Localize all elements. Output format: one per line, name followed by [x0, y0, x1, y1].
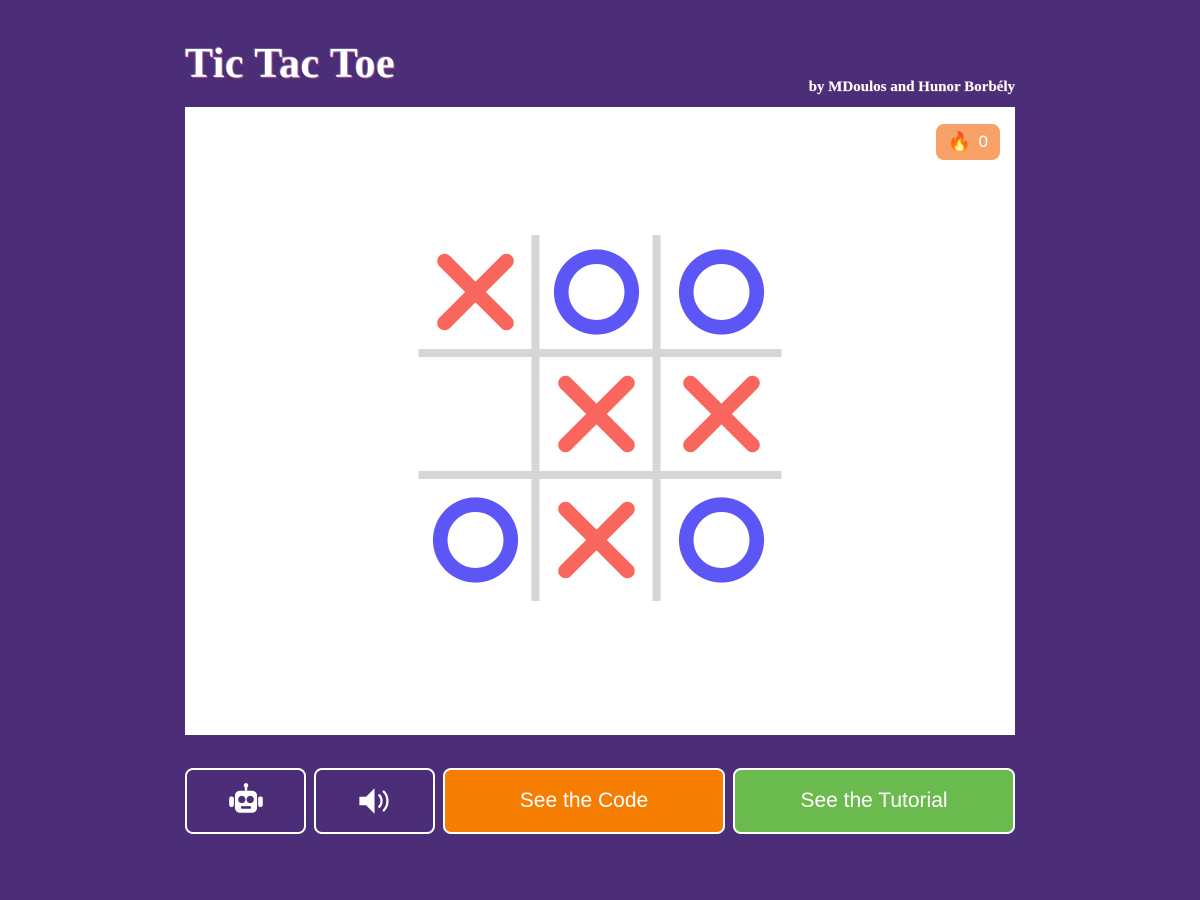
streak-badge: 🔥 0 [935, 124, 1000, 160]
byline: by MDoulos and Hunor Borbély [808, 79, 1015, 95]
o-mark-icon [678, 249, 764, 335]
x-mark-icon [557, 501, 635, 579]
board-cell-4[interactable] [539, 357, 661, 479]
tic-tac-toe-board [418, 235, 782, 601]
see-the-code-button[interactable]: See the Code [443, 768, 725, 834]
o-mark-icon [432, 497, 518, 583]
controls-bar: See the Code See the Tutorial [185, 768, 1015, 834]
robot-opponent-button[interactable] [185, 768, 306, 834]
robot-icon [228, 783, 263, 813]
game-panel: 🔥 0 [185, 107, 1015, 735]
board-cell-6[interactable] [419, 479, 540, 601]
board-cell-0[interactable] [418, 235, 540, 357]
x-mark-icon [682, 375, 760, 453]
o-mark-icon [553, 249, 639, 335]
fire-icon: 🔥 [947, 131, 972, 153]
board-cell-8[interactable] [661, 479, 782, 601]
board-cell-2[interactable] [660, 235, 782, 357]
x-mark-icon [557, 375, 635, 453]
o-mark-icon [678, 497, 764, 583]
x-mark-icon [436, 253, 514, 331]
app-container: Tic Tac Toe by MDoulos and Hunor Borbély… [185, 41, 1015, 735]
board-cell-7[interactable] [540, 479, 661, 601]
sound-toggle-button[interactable] [314, 768, 435, 834]
speaker-icon [358, 788, 389, 814]
see-the-tutorial-label: See the Tutorial [800, 789, 948, 812]
see-the-tutorial-button[interactable]: See the Tutorial [733, 768, 1015, 834]
streak-count: 0 [978, 132, 988, 151]
board-cell-3[interactable] [418, 357, 540, 479]
see-the-code-label: See the Code [519, 789, 649, 812]
header: Tic Tac Toe by MDoulos and Hunor Borbély [185, 41, 1015, 107]
board-cell-5[interactable] [660, 357, 782, 479]
page-title: Tic Tac Toe [185, 41, 396, 87]
board-cell-1[interactable] [539, 235, 661, 357]
